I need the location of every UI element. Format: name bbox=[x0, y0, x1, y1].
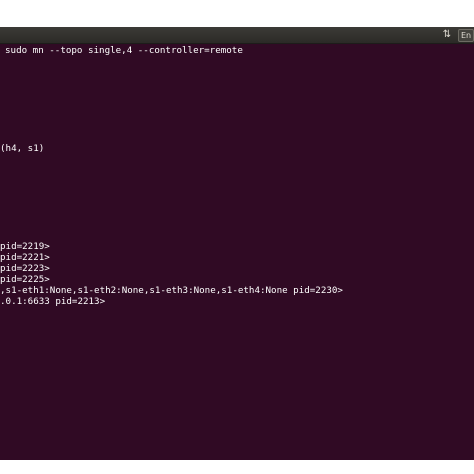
terminal-line-host3: pid=2223> bbox=[0, 263, 50, 274]
terminal-line-host2: pid=2221> bbox=[0, 252, 50, 263]
terminal-line-host4: pid=2225> bbox=[0, 274, 50, 285]
terminal-line-host1: pid=2219> bbox=[0, 241, 50, 252]
terminal-line-controller: .0.1:6633 pid=2213> bbox=[0, 296, 106, 307]
screenshot-frame: ⇅ En sudo mn --topo single,4 --controlle… bbox=[0, 0, 474, 474]
terminal-line-command: sudo mn --topo single,4 --controller=rem… bbox=[5, 45, 243, 56]
top-panel: ⇅ En bbox=[0, 27, 474, 44]
terminal-window[interactable]: sudo mn --topo single,4 --controller=rem… bbox=[0, 44, 474, 460]
transfer-arrows-icon[interactable]: ⇅ bbox=[441, 28, 453, 42]
bottom-margin bbox=[0, 460, 474, 474]
terminal-line-switch: ,s1-eth1:None,s1-eth2:None,s1-eth3:None,… bbox=[0, 285, 343, 296]
terminal-line-link: (h4, s1) bbox=[0, 143, 45, 154]
keyboard-language-icon[interactable]: En bbox=[458, 29, 474, 42]
